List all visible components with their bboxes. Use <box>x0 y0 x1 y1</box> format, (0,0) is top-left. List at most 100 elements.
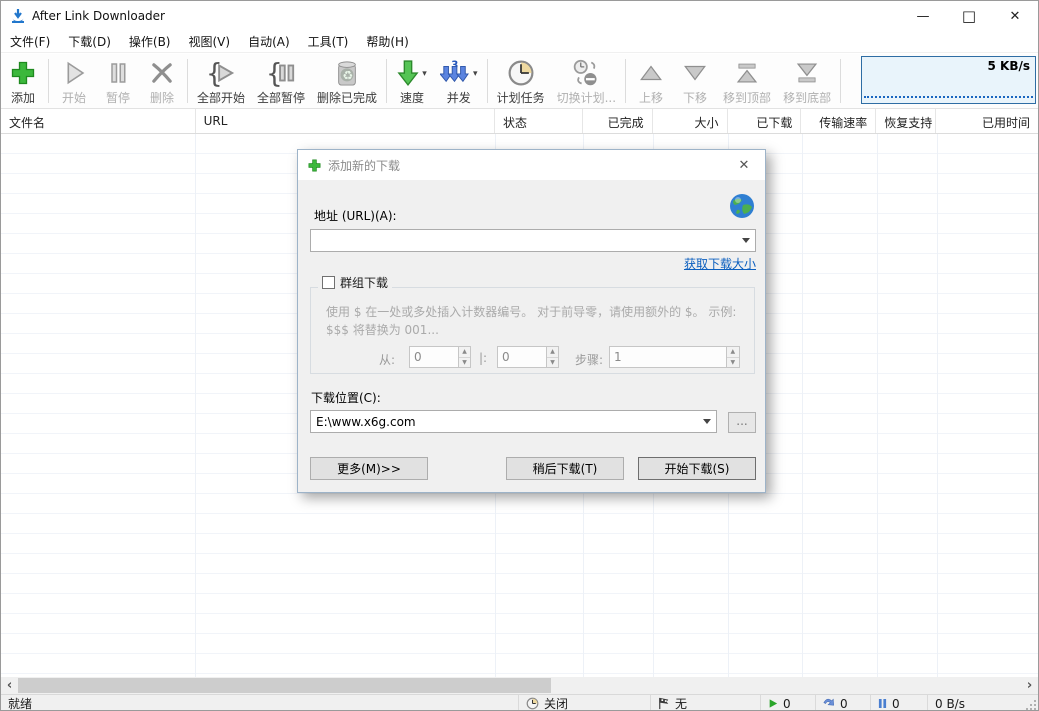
menu-view[interactable]: 视图(V) <box>180 30 240 53</box>
download-list-header: 文件名 URL 状态 已完成 大小 已下载 传输速率 恢复支持 已用时间 <box>1 109 1038 134</box>
scrollbar-thumb[interactable] <box>18 678 551 693</box>
globe-icon <box>729 193 755 219</box>
add-button[interactable]: 添加 <box>1 54 45 108</box>
scheduler-button[interactable]: 计划任务 <box>491 54 551 108</box>
download-later-button[interactable]: 稍后下载(T) <box>506 457 624 480</box>
menu-operate[interactable]: 操作(B) <box>120 30 180 53</box>
move-to-top-button[interactable]: 移到顶部 <box>717 54 777 108</box>
spin-up-icon[interactable]: ▲ <box>727 347 739 358</box>
step-input[interactable] <box>610 347 726 367</box>
down-triangle-icon <box>682 57 708 88</box>
spin-up-icon[interactable]: ▲ <box>459 347 470 358</box>
group-download-checkbox[interactable] <box>322 276 335 289</box>
toolbar-separator <box>48 59 49 103</box>
start-download-button[interactable]: 开始下载(S) <box>638 457 756 480</box>
spin-down-icon[interactable]: ▼ <box>727 358 739 368</box>
caret-down-icon[interactable]: ▾ <box>473 69 478 79</box>
concurrent-button[interactable]: 3 ▾ 并发 <box>434 54 484 108</box>
column-header-elapsed-time[interactable]: 已用时间 <box>936 109 1038 133</box>
start-all-icon: { <box>205 57 237 88</box>
url-label: 地址 (URL)(A): <box>314 207 397 224</box>
column-header-downloaded[interactable]: 已下载 <box>728 109 802 133</box>
column-header-filename[interactable]: 文件名 <box>1 109 196 133</box>
move-to-bottom-button[interactable]: 移到底部 <box>777 54 837 108</box>
scroll-left-icon[interactable]: ‹ <box>1 677 18 694</box>
close-button[interactable]: ✕ <box>992 1 1038 31</box>
delete-x-icon <box>149 57 175 88</box>
app-logo-icon <box>10 8 26 24</box>
toolbar-separator <box>625 59 626 103</box>
move-top-icon <box>734 57 760 88</box>
resize-grip-icon[interactable] <box>1025 699 1037 711</box>
add-download-dialog: 添加新的下载 ✕ 地址 (URL)(A): 获取下载大小 群组下载 使用 $ 在… <box>297 149 766 493</box>
to-input[interactable] <box>498 347 546 367</box>
speed-graph-scale-label: 5 KB/s <box>988 59 1031 73</box>
caret-down-icon[interactable]: ▾ <box>422 69 427 79</box>
menu-auto[interactable]: 自动(A) <box>239 30 299 53</box>
column-header-url[interactable]: URL <box>196 109 495 133</box>
column-header-status[interactable]: 状态 <box>495 109 583 133</box>
from-input[interactable] <box>410 347 458 367</box>
pause-all-button[interactable]: { 全部暂停 <box>251 54 311 108</box>
toolbar: 添加 开始 暂停 删除 { 全部开始 <box>1 54 1038 109</box>
dialog-title: 添加新的下载 <box>328 157 400 174</box>
combo-chevron-icon[interactable] <box>698 411 716 432</box>
speed-limit-button[interactable]: ▾ 速度 <box>390 54 434 108</box>
queue-arrow-icon <box>823 698 835 709</box>
clock-icon <box>526 697 539 710</box>
scroll-right-icon[interactable]: › <box>1021 677 1038 694</box>
to-spinner: ▲ ▼ <box>497 346 559 368</box>
counter-hint-line2: $$$ 将替换为 001... <box>326 321 439 338</box>
spin-down-icon[interactable]: ▼ <box>459 358 470 368</box>
status-bar: 就绪 关闭 无 0 0 <box>1 694 1038 711</box>
combo-chevron-icon[interactable] <box>737 230 755 251</box>
flag-icon <box>658 697 670 710</box>
play-icon <box>768 698 778 709</box>
add-plus-icon <box>307 158 322 173</box>
status-active-count: 0 <box>761 695 816 711</box>
get-download-size-link[interactable]: 获取下载大小 <box>684 255 756 272</box>
location-label: 下载位置(C): <box>311 389 381 406</box>
maximize-button[interactable]: □ <box>946 1 992 31</box>
grid-column-line <box>937 134 938 677</box>
dialog-close-button[interactable]: ✕ <box>729 150 759 180</box>
speed-graph-panel: 5 KB/s <box>861 56 1036 104</box>
url-input[interactable] <box>311 230 737 251</box>
move-up-button[interactable]: 上移 <box>629 54 673 108</box>
speed-arrow-icon <box>397 59 419 87</box>
menu-file[interactable]: 文件(F) <box>1 30 59 53</box>
menu-download[interactable]: 下载(D) <box>59 30 120 53</box>
play-icon <box>61 57 87 88</box>
menu-help[interactable]: 帮助(H) <box>357 30 417 53</box>
app-window: After Link Downloader — □ ✕ 文件(F) 下载(D) … <box>0 0 1039 711</box>
start-button[interactable]: 开始 <box>52 54 96 108</box>
column-header-size[interactable]: 大小 <box>653 109 728 133</box>
delete-completed-button[interactable]: ♻ 删除已完成 <box>311 54 383 108</box>
start-all-button[interactable]: { 全部开始 <box>191 54 251 108</box>
location-input[interactable] <box>311 411 698 432</box>
toggle-scheduler-button[interactable]: 切换计划... <box>551 54 622 108</box>
spin-up-icon[interactable]: ▲ <box>547 347 558 358</box>
clock-icon <box>507 57 535 88</box>
up-triangle-icon <box>638 57 664 88</box>
pause-button[interactable]: 暂停 <box>96 54 140 108</box>
pause-icon <box>106 57 130 88</box>
grid-column-line <box>802 134 803 677</box>
column-header-resume-support[interactable]: 恢复支持 <box>876 109 936 133</box>
more-options-button[interactable]: 更多(M)>> <box>310 457 428 480</box>
dialog-title-bar[interactable]: 添加新的下载 ✕ <box>298 150 765 180</box>
status-flag: 无 <box>651 695 761 711</box>
browse-button[interactable]: ... <box>728 412 756 433</box>
window-title: After Link Downloader <box>32 9 165 23</box>
delete-button[interactable]: 删除 <box>140 54 184 108</box>
menu-tools[interactable]: 工具(T) <box>299 30 358 53</box>
add-plus-icon <box>9 57 37 88</box>
spin-down-icon[interactable]: ▼ <box>547 358 558 368</box>
minimize-button[interactable]: — <box>900 1 946 31</box>
column-header-completed[interactable]: 已完成 <box>583 109 653 133</box>
horizontal-scrollbar[interactable]: ‹ › <box>1 677 1038 694</box>
column-header-transfer-rate[interactable]: 传输速率 <box>801 109 876 133</box>
move-down-button[interactable]: 下移 <box>673 54 717 108</box>
speed-graph-baseline <box>864 96 1033 98</box>
counter-hint-line1: 使用 $ 在一处或多处插入计数器编号。 对于前导零，请使用额外的 $。 示例: <box>326 303 736 320</box>
